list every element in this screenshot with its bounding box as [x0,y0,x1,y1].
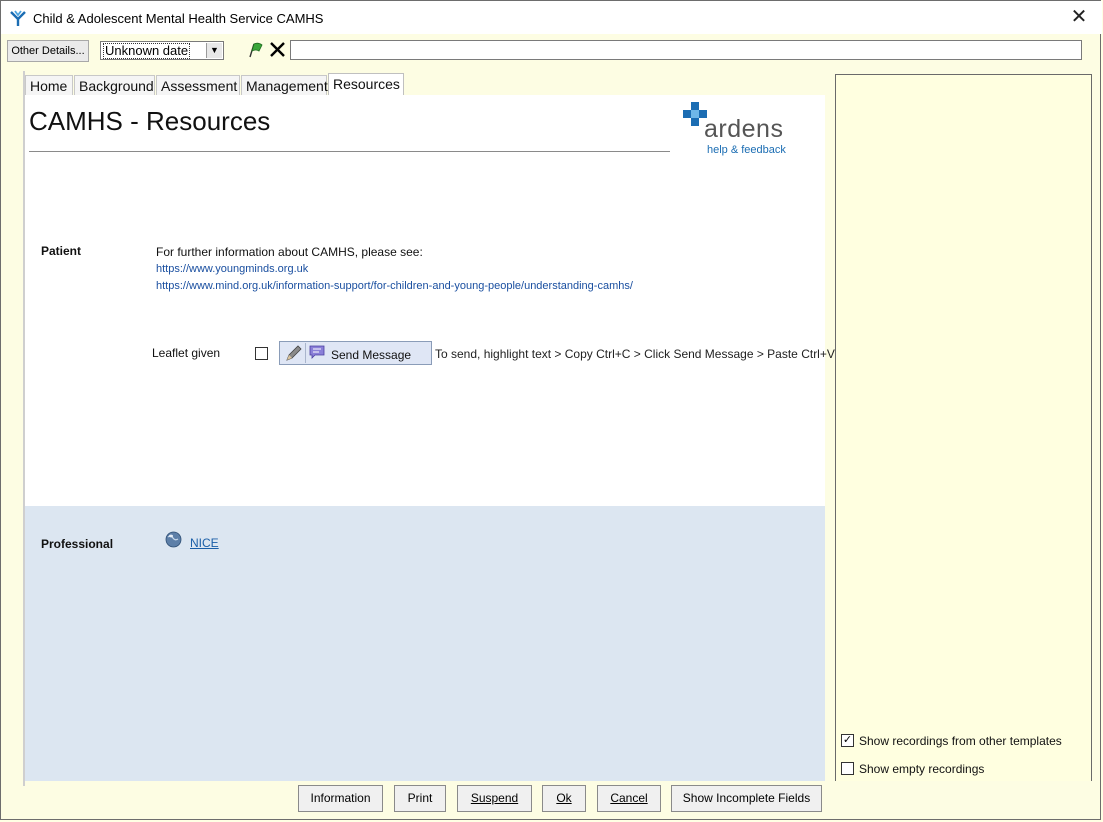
patient-intro-text: For further information about CAMHS, ple… [156,245,423,259]
help-feedback-link[interactable]: help & feedback [707,144,786,156]
send-message-hint: To send, highlight text > Copy Ctrl+C > … [435,347,835,361]
show-incomplete-fields-button[interactable]: Show Incomplete Fields [671,785,822,812]
ok-button[interactable]: Ok [542,785,586,812]
patient-label: Patient [41,244,82,258]
cancel-button[interactable]: Cancel [597,785,661,812]
free-text-input[interactable] [290,40,1082,60]
resources-panel [25,95,825,506]
youngminds-link[interactable]: https://www.youngminds.org.uk [156,263,308,275]
show-other-templates-label: Show recordings from other templates [859,734,1062,748]
professional-label: Professional [41,537,114,551]
pencil-icon[interactable] [281,343,306,363]
tab-assessment[interactable]: Assessment [156,75,240,95]
show-empty-label: Show empty recordings [859,762,985,776]
professional-section [25,506,825,781]
message-icon [309,345,325,359]
send-message-button[interactable]: Send Message [331,348,411,362]
page-title: CAMHS - Resources [29,106,271,136]
leaflet-given-label: Leaflet given [152,346,221,360]
clear-x-icon[interactable] [269,41,286,58]
tab-home[interactable]: Home [25,75,73,95]
show-other-templates-checkbox[interactable]: ✓ [841,734,854,747]
green-flag-icon[interactable] [247,41,265,59]
title-bar: Child & Adolescent Mental Health Service… [1,1,1102,34]
date-dropdown[interactable]: Unknown date ▼ [100,41,224,60]
tab-background[interactable]: Background [74,75,155,95]
information-button[interactable]: Information [298,785,383,812]
leaflet-given-checkbox[interactable] [255,347,268,360]
chevron-down-icon[interactable]: ▼ [206,43,222,58]
tab-management[interactable]: Management [241,75,328,95]
mind-camhs-link[interactable]: https://www.mind.org.uk/information-supp… [156,280,633,292]
other-details-button[interactable]: Other Details... [7,40,89,62]
date-value: Unknown date [103,43,191,59]
show-empty-checkbox[interactable] [841,762,854,775]
close-icon[interactable]: ✕ [1069,7,1089,27]
app-logo-icon [10,10,26,26]
recordings-panel [835,74,1092,782]
tab-bar: Home Background Assessment Management Re… [25,73,825,96]
template-window: Child & Adolescent Mental Health Service… [0,0,1102,820]
tab-resources[interactable]: Resources [328,73,404,96]
globe-icon[interactable] [165,531,182,548]
suspend-button[interactable]: Suspend [457,785,532,812]
send-message-control[interactable]: Send Message [279,341,432,365]
ardens-logo-text[interactable]: ardens [704,115,783,144]
nice-link[interactable]: NICE [190,536,219,550]
print-button[interactable]: Print [394,785,446,812]
title-divider [29,151,670,152]
window-title: Child & Adolescent Mental Health Service… [33,11,324,26]
